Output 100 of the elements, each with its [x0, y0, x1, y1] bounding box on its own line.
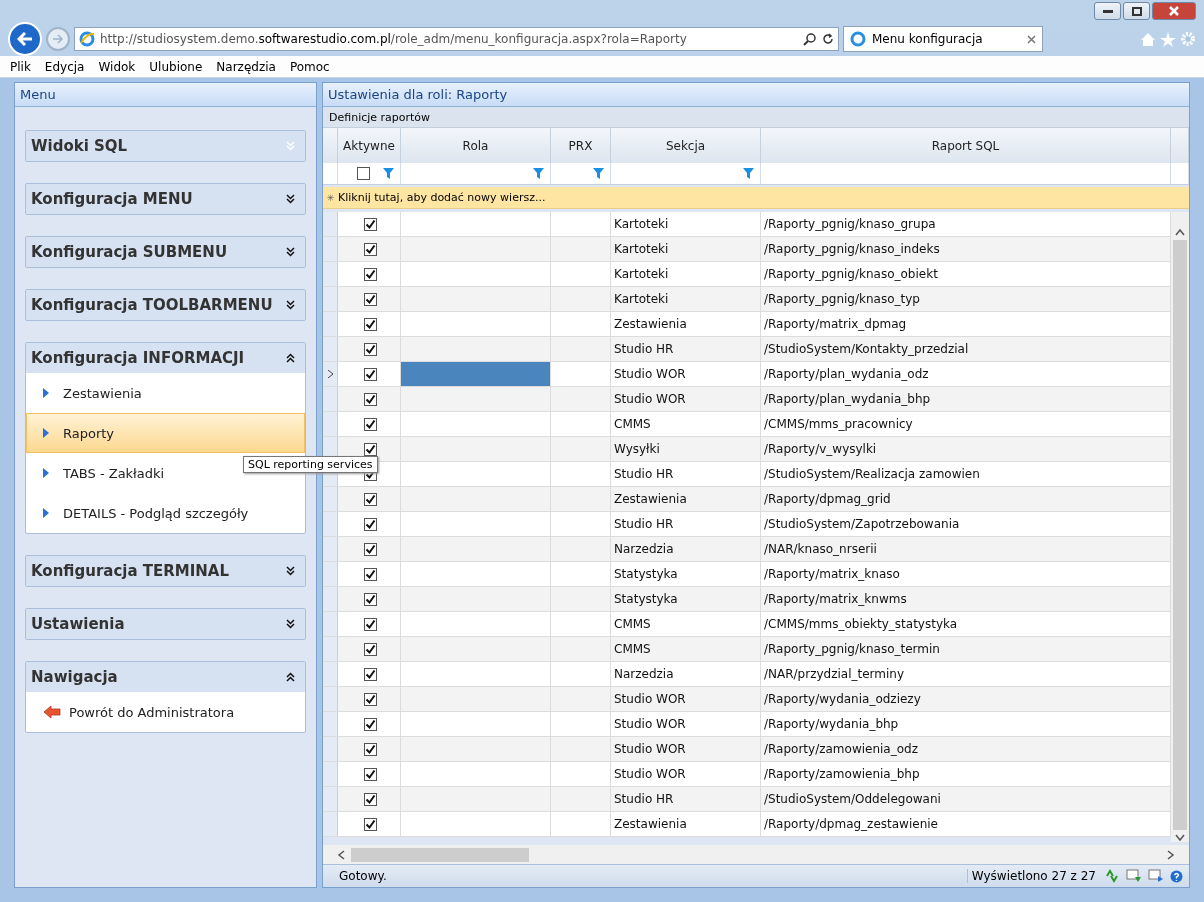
row-checkbox[interactable] [364, 617, 377, 631]
check-icon [365, 818, 376, 830]
triangle-icon [43, 508, 49, 518]
row-checkbox[interactable] [364, 742, 377, 756]
triangle-icon [43, 388, 49, 398]
group-title: Konfiguracja MENU [31, 190, 193, 208]
address-bar[interactable]: http://studiosystem.demo.softwarestudio.com.pl/role_adm/menu_konfiguracja.aspx?rola=Raporty [74, 27, 839, 51]
row-checkbox[interactable] [364, 567, 377, 581]
group-header[interactable]: Konfiguracja TERMINAL [26, 556, 305, 586]
triangle-icon [43, 468, 49, 478]
refresh-icon[interactable] [822, 33, 834, 45]
table-cell: Narzedzia [611, 662, 761, 686]
row-checkbox[interactable] [364, 817, 377, 831]
menu-link[interactable]: DETAILS - Podgląd szczegóły [43, 505, 249, 521]
group-title: Ustawienia [31, 615, 125, 633]
collapse-chevron-icon[interactable] [286, 353, 295, 363]
left-arrow-icon [43, 705, 61, 719]
row-checkbox[interactable] [364, 792, 377, 806]
row-checkbox[interactable] [364, 667, 377, 681]
check-icon [365, 418, 376, 430]
table-cell: CMMS [611, 612, 761, 636]
group-header[interactable]: Nawigacja [26, 662, 305, 692]
table-cell: Studio WOR [611, 762, 761, 786]
expand-chevron-icon[interactable] [286, 247, 295, 257]
menu-item[interactable]: Pomoc [289, 59, 330, 74]
group-header[interactable]: Ustawienia [26, 609, 305, 639]
maximize-button[interactable] [1123, 2, 1150, 20]
table-cell: Kartoteki [611, 287, 761, 311]
menu-item[interactable]: Widok [98, 59, 136, 74]
filter-icon[interactable] [743, 168, 754, 179]
vertical-scrollbar[interactable] [1171, 212, 1189, 842]
row-checkbox[interactable] [364, 517, 377, 531]
table-cell: CMMS [611, 637, 761, 661]
check-icon [365, 593, 376, 605]
row-checkbox[interactable] [364, 242, 377, 256]
row-checkbox[interactable] [364, 492, 377, 506]
row-checkbox[interactable] [364, 417, 377, 431]
row-checkbox[interactable] [364, 367, 377, 381]
menu-link[interactable]: TABS - Zakładki [43, 465, 165, 481]
row-checkbox[interactable] [364, 342, 377, 356]
row-checkbox[interactable] [364, 392, 377, 406]
close-button[interactable] [1152, 2, 1196, 20]
export-icon[interactable] [1148, 869, 1164, 883]
row-checkbox[interactable] [364, 767, 377, 781]
export-icon[interactable] [1126, 869, 1142, 883]
new-row-bar[interactable]: ✳ Kliknij tutaj, aby dodać nowy wiersz... [323, 187, 1189, 209]
group-header[interactable]: Konfiguracja INFORMACJI [26, 343, 305, 373]
group-header[interactable]: Konfiguracja TOOLBARMENU [26, 290, 305, 320]
minimize-icon [1102, 9, 1113, 13]
table-cell[interactable] [401, 362, 551, 386]
filter-icon[interactable] [593, 168, 604, 179]
settings-icon[interactable] [1180, 31, 1196, 47]
horizontal-scrollbar[interactable] [323, 845, 1189, 864]
expand-chevron-icon[interactable] [286, 619, 295, 629]
forward-button[interactable] [46, 27, 70, 51]
row-checkbox[interactable] [364, 317, 377, 331]
table-cell: Zestawienia [611, 812, 761, 836]
collapse-chevron-icon[interactable] [286, 672, 295, 682]
table-cell: Statystyka [611, 562, 761, 586]
row-checkbox[interactable] [364, 717, 377, 731]
row-checkbox[interactable] [364, 692, 377, 706]
table-cell: Studio HR [611, 462, 761, 486]
check-icon [365, 643, 376, 655]
star-icon[interactable] [1160, 31, 1176, 47]
check-icon [365, 318, 376, 330]
maximize-icon [1131, 6, 1142, 16]
menu-link[interactable]: Zestawienia [43, 385, 142, 401]
home-icon[interactable] [1140, 31, 1156, 47]
menu-item[interactable]: Edycja [44, 59, 85, 74]
group-header[interactable]: Konfiguracja MENU [26, 184, 305, 214]
row-checkbox[interactable] [364, 592, 377, 606]
minimize-button[interactable] [1094, 2, 1121, 20]
row-checkbox[interactable] [364, 292, 377, 306]
browser-tab[interactable]: Menu konfiguracja [843, 26, 1043, 52]
menu-link[interactable]: Powrót do Administratora [43, 704, 235, 720]
expand-chevron-icon[interactable] [286, 566, 295, 576]
close-icon[interactable] [1027, 34, 1036, 44]
menu-item[interactable]: Plik [10, 59, 31, 74]
check-icon [365, 693, 376, 705]
row-checkbox[interactable] [364, 442, 377, 456]
group-header[interactable]: Konfiguracja SUBMENU [26, 237, 305, 267]
filter-icon[interactable] [533, 168, 544, 179]
check-icon [365, 618, 376, 630]
menu-item[interactable]: Ulubione [149, 59, 203, 74]
check-icon [365, 768, 376, 780]
row-checkbox[interactable] [364, 267, 377, 281]
filter-icon[interactable] [383, 168, 394, 179]
table-cell: Studio WOR [611, 362, 761, 386]
search-icon[interactable] [803, 32, 817, 46]
row-checkbox[interactable] [364, 217, 377, 231]
expand-chevron-icon[interactable] [286, 194, 295, 204]
back-button[interactable] [8, 22, 42, 56]
url-text: http://studiosystem.demo.softwarestudio.com.pl/role_adm/menu_konfiguracja.aspx?rola=Raporty [100, 32, 687, 46]
filter-checkbox[interactable] [357, 167, 370, 180]
menu-item[interactable]: Narzędzia [216, 59, 276, 74]
expand-chevron-icon[interactable] [286, 300, 295, 310]
row-checkbox[interactable] [364, 542, 377, 556]
menu-link[interactable]: Raporty [26, 413, 305, 453]
help-icon[interactable] [1170, 869, 1183, 883]
row-checkbox[interactable] [364, 642, 377, 656]
